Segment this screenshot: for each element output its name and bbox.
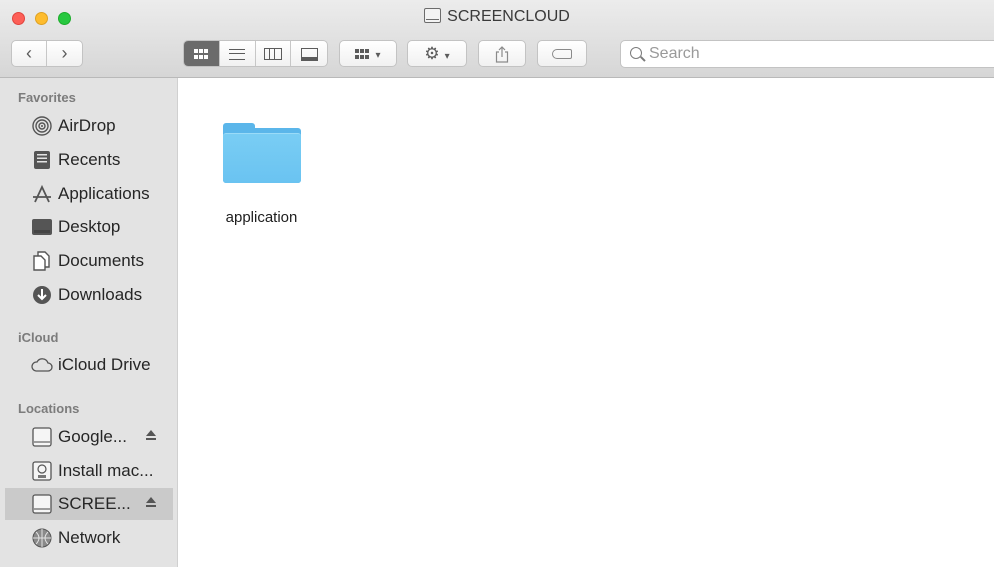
drive-icon — [32, 494, 52, 514]
disk-image-icon — [32, 461, 52, 481]
sidebar-item-screencloud[interactable]: SCREE... — [5, 488, 173, 520]
sidebar-item-documents[interactable]: Documents — [5, 245, 173, 277]
window-title: SCREENCLOUD — [0, 8, 994, 26]
tag-icon — [552, 49, 572, 60]
eject-icon[interactable] — [145, 497, 157, 509]
back-forward-control: ‹ › — [11, 40, 83, 67]
title-toolbar: SCREENCLOUD ‹ › ▾ ⚙ ▾ — [0, 0, 994, 78]
gear-icon: ⚙ — [424, 44, 440, 63]
action-menu-button[interactable]: ⚙ ▾ — [407, 40, 467, 67]
folder-name: application — [225, 209, 298, 226]
gallery-view-button[interactable] — [291, 41, 327, 66]
sidebar-item-network[interactable]: Network — [5, 522, 173, 554]
sidebar-item-label: AirDrop — [58, 116, 116, 135]
cloud-icon — [31, 358, 53, 372]
recents-icon — [34, 151, 50, 169]
sidebar-item-label: Desktop — [58, 217, 121, 236]
sidebar-item-label: Documents — [58, 251, 144, 270]
sidebar-item-desktop[interactable]: Desktop — [5, 211, 173, 243]
list-view-button[interactable] — [220, 41, 256, 66]
column-view-button[interactable] — [256, 41, 292, 66]
window-title-text: SCREENCLOUD — [447, 8, 570, 25]
sidebar-item-label: Applications — [58, 184, 150, 203]
search-input[interactable] — [649, 43, 989, 65]
forward-chevron-icon: › — [61, 43, 68, 63]
view-mode-control — [183, 40, 328, 67]
back-button[interactable]: ‹ — [12, 41, 48, 66]
column-view-icon — [263, 48, 282, 61]
folder-icon — [222, 119, 301, 185]
sidebar-item-label: Downloads — [58, 285, 143, 304]
drive-icon — [32, 427, 52, 447]
applications-icon — [33, 184, 51, 203]
forward-button[interactable]: › — [47, 41, 82, 66]
share-button[interactable] — [478, 40, 526, 67]
search-icon — [630, 47, 642, 59]
chevron-down-icon: ▾ — [375, 50, 381, 61]
sidebar-item-downloads[interactable]: Downloads — [5, 279, 173, 311]
gallery-view-icon — [300, 47, 318, 61]
network-icon — [32, 528, 52, 548]
downloads-icon — [33, 286, 51, 304]
sidebar-section-locations: Locations — [18, 401, 80, 416]
sidebar-item-applications[interactable]: Applications — [5, 178, 173, 210]
sidebar-item-airdrop[interactable]: AirDrop — [5, 110, 173, 142]
sidebar-item-label: Recents — [58, 150, 121, 169]
sidebar-item-label: SCREE... — [58, 494, 131, 513]
group-by-button[interactable]: ▾ — [339, 40, 397, 67]
sidebar-item-icloud-drive[interactable]: iCloud Drive — [5, 349, 173, 381]
sidebar-item-label: iCloud Drive — [58, 355, 151, 374]
sidebar-item-google-drive[interactable]: Google... — [5, 421, 173, 453]
sidebar: Favorites AirDrop Recents Applications D… — [0, 78, 178, 567]
eject-icon[interactable] — [145, 430, 157, 442]
desktop-icon — [32, 219, 52, 235]
folder-item-application[interactable]: application — [209, 119, 314, 226]
icon-view-icon — [193, 49, 209, 60]
documents-icon — [33, 251, 50, 271]
sidebar-item-recents[interactable]: Recents — [5, 144, 173, 176]
sidebar-section-icloud: iCloud — [18, 330, 59, 345]
finder-window: SCREENCLOUD ‹ › ▾ ⚙ ▾ Search Favorites A… — [0, 0, 994, 567]
sidebar-item-label: Install mac... — [58, 461, 154, 480]
chevron-down-icon: ▾ — [444, 51, 450, 62]
icon-view-button[interactable] — [184, 41, 220, 66]
sidebar-item-install-mac[interactable]: Install mac... — [5, 455, 173, 487]
sidebar-item-label: Google... — [58, 427, 127, 446]
sidebar-item-label: Network — [58, 528, 121, 547]
list-view-icon — [229, 48, 246, 60]
external-drive-icon — [424, 8, 442, 23]
tag-button[interactable] — [537, 40, 587, 67]
share-icon — [495, 45, 509, 63]
search-field[interactable] — [620, 40, 994, 68]
sidebar-section-favorites: Favorites — [18, 90, 76, 105]
back-chevron-icon: ‹ — [26, 43, 32, 63]
grid-icon — [355, 49, 371, 60]
file-browser-content: application — [179, 79, 994, 567]
airdrop-icon — [32, 116, 52, 136]
